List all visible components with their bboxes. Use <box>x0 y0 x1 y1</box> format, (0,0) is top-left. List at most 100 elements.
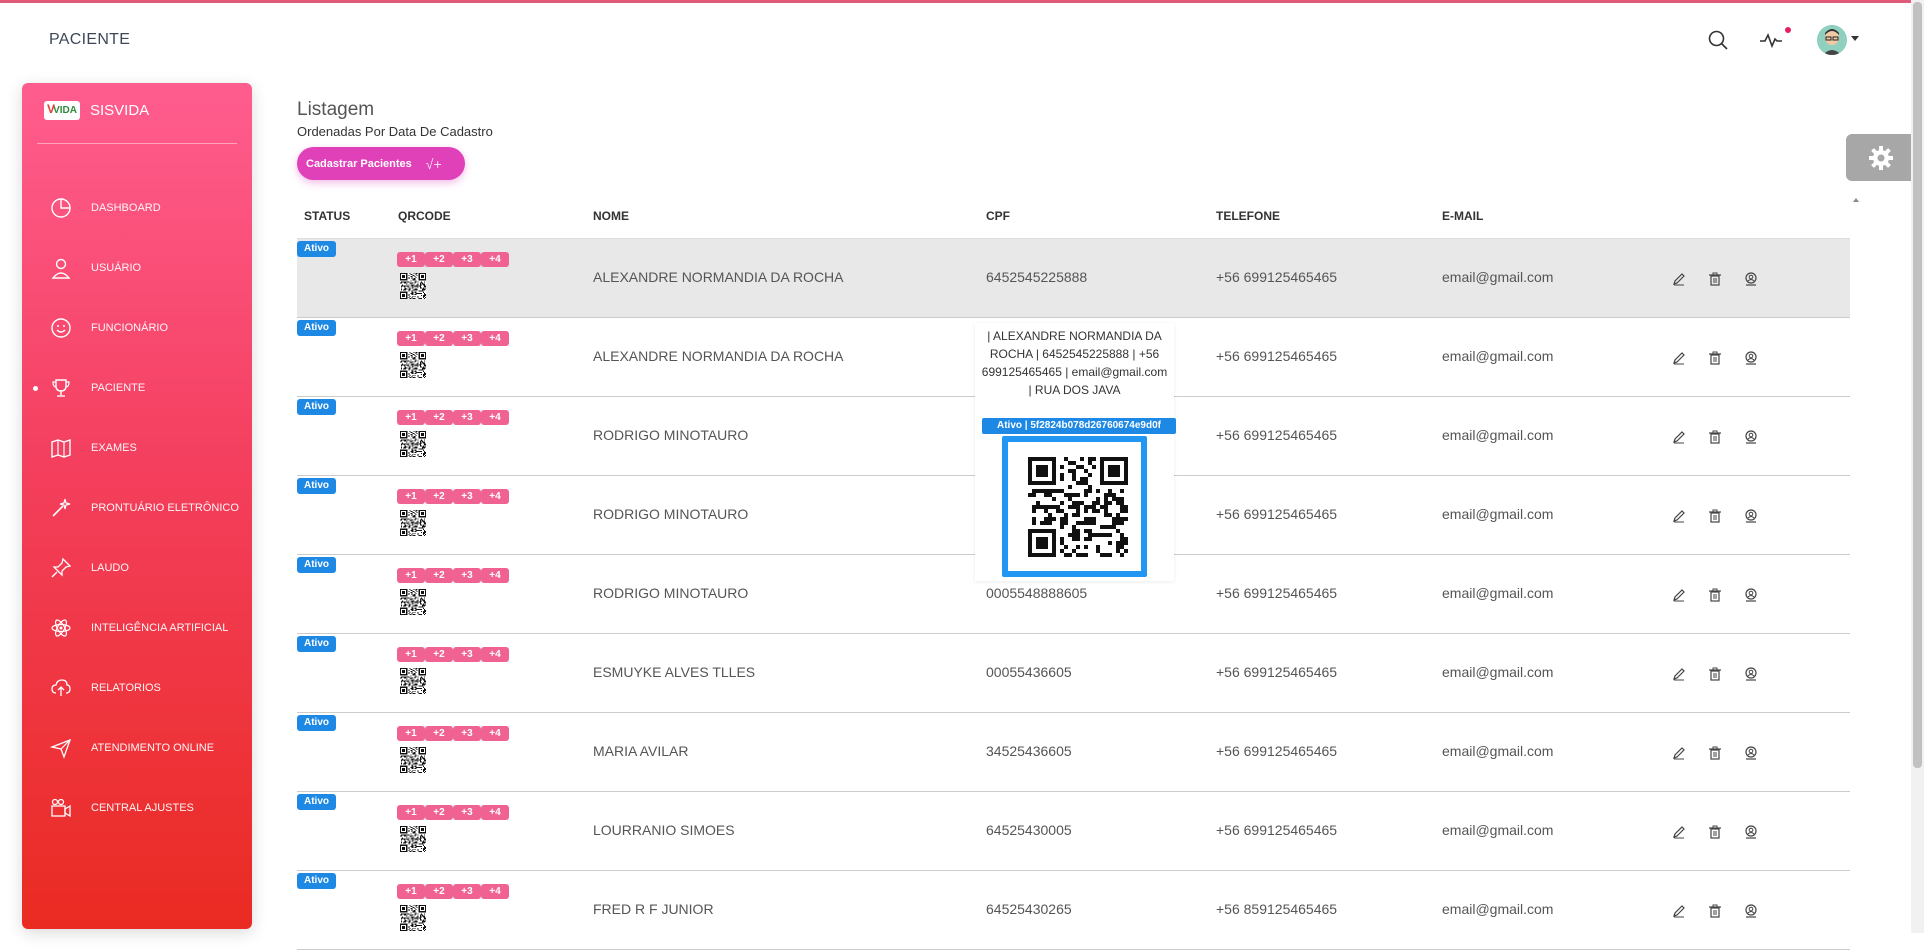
qr-pill[interactable]: +3 <box>453 489 481 504</box>
qr-pill[interactable]: +4 <box>481 884 509 899</box>
add-patient-button[interactable]: Cadastrar Pacientes √+ <box>297 147 465 180</box>
trash-icon[interactable] <box>1707 429 1723 445</box>
qr-pill[interactable]: +3 <box>453 252 481 267</box>
edit-icon[interactable] <box>1671 666 1687 682</box>
qr-pill[interactable]: +4 <box>481 726 509 741</box>
table-scroll-up-arrow[interactable] <box>1853 198 1859 202</box>
user-location-icon[interactable] <box>1743 508 1759 524</box>
qr-pill[interactable]: +2 <box>425 884 453 899</box>
qr-code-thumbnail[interactable] <box>400 589 426 615</box>
qr-pill[interactable]: +2 <box>425 410 453 425</box>
settings-gear-button[interactable] <box>1846 134 1916 181</box>
qr-pill[interactable]: +2 <box>425 726 453 741</box>
user-location-icon[interactable] <box>1743 824 1759 840</box>
table-row[interactable]: Ativo +1 +2 +3 +4 ALEXANDRE NORMANDIA DA ROCH… <box>297 239 1850 318</box>
qr-pill[interactable]: +2 <box>425 252 453 267</box>
qr-code-thumbnail[interactable] <box>400 431 426 457</box>
table-row[interactable]: Ativo +1 +2 +3 +4 LOURRANIO SIMOES 64525430005… <box>297 792 1850 871</box>
sidebar-item-relatorios[interactable]: RELATORIOS <box>22 668 252 708</box>
column-header[interactable]: E-MAIL <box>1442 209 1483 223</box>
qr-pill[interactable]: +3 <box>453 568 481 583</box>
qr-pill[interactable]: +3 <box>453 410 481 425</box>
user-location-icon[interactable] <box>1743 903 1759 919</box>
sidebar-item-prontuario[interactable]: PRONTUÁRIO ELETRÔNICO <box>22 488 252 528</box>
trash-icon[interactable] <box>1707 587 1723 603</box>
chevron-down-icon[interactable] <box>1851 36 1859 41</box>
table-row[interactable]: Ativo +1 +2 +3 +4 MARIA AVILAR 34525436605 +56 … <box>297 713 1850 792</box>
activity-icon[interactable] <box>1758 27 1784 53</box>
qr-pill[interactable]: +1 <box>397 884 425 899</box>
column-header[interactable]: QRCODE <box>398 209 451 223</box>
trash-icon[interactable] <box>1707 745 1723 761</box>
trash-icon[interactable] <box>1707 824 1723 840</box>
sidebar-item-central-ajustes[interactable]: CENTRAL AJUSTES <box>22 788 252 828</box>
qr-code-thumbnail[interactable] <box>400 905 426 931</box>
scrollbar-thumb[interactable] <box>1913 2 1922 768</box>
qr-pill[interactable]: +3 <box>453 647 481 662</box>
qr-pill[interactable]: +1 <box>397 252 425 267</box>
search-icon[interactable] <box>1705 27 1731 53</box>
qr-pill[interactable]: +2 <box>425 331 453 346</box>
sidebar-item-atendimento[interactable]: ATENDIMENTO ONLINE <box>22 728 252 768</box>
user-location-icon[interactable] <box>1743 745 1759 761</box>
table-row[interactable]: Ativo +1 +2 +3 +4 FRED R F JUNIOR 64525430265 +… <box>297 871 1850 950</box>
edit-icon[interactable] <box>1671 903 1687 919</box>
trash-icon[interactable] <box>1707 666 1723 682</box>
column-header[interactable]: NOME <box>593 209 629 223</box>
table-row[interactable]: Ativo +1 +2 +3 +4 ESMUYKE ALVES TLLES 00055436… <box>297 634 1850 713</box>
user-location-icon[interactable] <box>1743 271 1759 287</box>
trash-icon[interactable] <box>1707 508 1723 524</box>
qr-pill[interactable]: +4 <box>481 647 509 662</box>
qr-pill[interactable]: +4 <box>481 252 509 267</box>
trash-icon[interactable] <box>1707 903 1723 919</box>
user-location-icon[interactable] <box>1743 587 1759 603</box>
column-header[interactable]: STATUS <box>304 209 350 223</box>
qr-pill[interactable]: +3 <box>453 331 481 346</box>
edit-icon[interactable] <box>1671 745 1687 761</box>
qr-code-thumbnail[interactable] <box>400 510 426 536</box>
user-location-icon[interactable] <box>1743 429 1759 445</box>
sidebar-item-laudo[interactable]: LAUDO <box>22 548 252 588</box>
edit-icon[interactable] <box>1671 508 1687 524</box>
qr-pill[interactable]: +4 <box>481 331 509 346</box>
qr-pill[interactable]: +1 <box>397 726 425 741</box>
qr-pill[interactable]: +4 <box>481 489 509 504</box>
trash-icon[interactable] <box>1707 350 1723 366</box>
column-header[interactable]: CPF <box>986 209 1010 223</box>
edit-icon[interactable] <box>1671 429 1687 445</box>
avatar[interactable] <box>1817 25 1847 55</box>
column-header[interactable]: TELEFONE <box>1216 209 1280 223</box>
qr-pill[interactable]: +3 <box>453 884 481 899</box>
edit-icon[interactable] <box>1671 824 1687 840</box>
sidebar-item-paciente[interactable]: PACIENTE <box>22 368 252 408</box>
qr-code-thumbnail[interactable] <box>400 668 426 694</box>
qr-pill[interactable]: +2 <box>425 568 453 583</box>
qr-pill[interactable]: +3 <box>453 805 481 820</box>
qr-pill[interactable]: +2 <box>425 489 453 504</box>
qr-code-thumbnail[interactable] <box>400 273 426 299</box>
qr-pill[interactable]: +1 <box>397 805 425 820</box>
qr-pill[interactable]: +2 <box>425 805 453 820</box>
sidebar-item-dashboard[interactable]: DASHBOARD <box>22 188 252 228</box>
user-location-icon[interactable] <box>1743 350 1759 366</box>
qr-pill[interactable]: +4 <box>481 568 509 583</box>
user-location-icon[interactable] <box>1743 666 1759 682</box>
trash-icon[interactable] <box>1707 271 1723 287</box>
qr-pill[interactable]: +1 <box>397 410 425 425</box>
qr-code-thumbnail[interactable] <box>400 747 426 773</box>
brand[interactable]: V VIDA SISVIDA <box>44 101 149 120</box>
qr-pill[interactable]: +2 <box>425 647 453 662</box>
sidebar-item-ia[interactable]: INTELIGÊNCIA ARTIFICIAL <box>22 608 252 648</box>
edit-icon[interactable] <box>1671 271 1687 287</box>
sidebar-item-exames[interactable]: EXAMES <box>22 428 252 468</box>
qr-pill[interactable]: +1 <box>397 568 425 583</box>
qr-pill[interactable]: +4 <box>481 410 509 425</box>
qr-pill[interactable]: +1 <box>397 489 425 504</box>
edit-icon[interactable] <box>1671 350 1687 366</box>
edit-icon[interactable] <box>1671 587 1687 603</box>
qr-pill[interactable]: +3 <box>453 726 481 741</box>
qr-pill[interactable]: +1 <box>397 647 425 662</box>
qr-pill[interactable]: +4 <box>481 805 509 820</box>
sidebar-item-usuario[interactable]: USUÁRIO <box>22 248 252 288</box>
sidebar-item-funcionario[interactable]: FUNCIONÁRIO <box>22 308 252 348</box>
